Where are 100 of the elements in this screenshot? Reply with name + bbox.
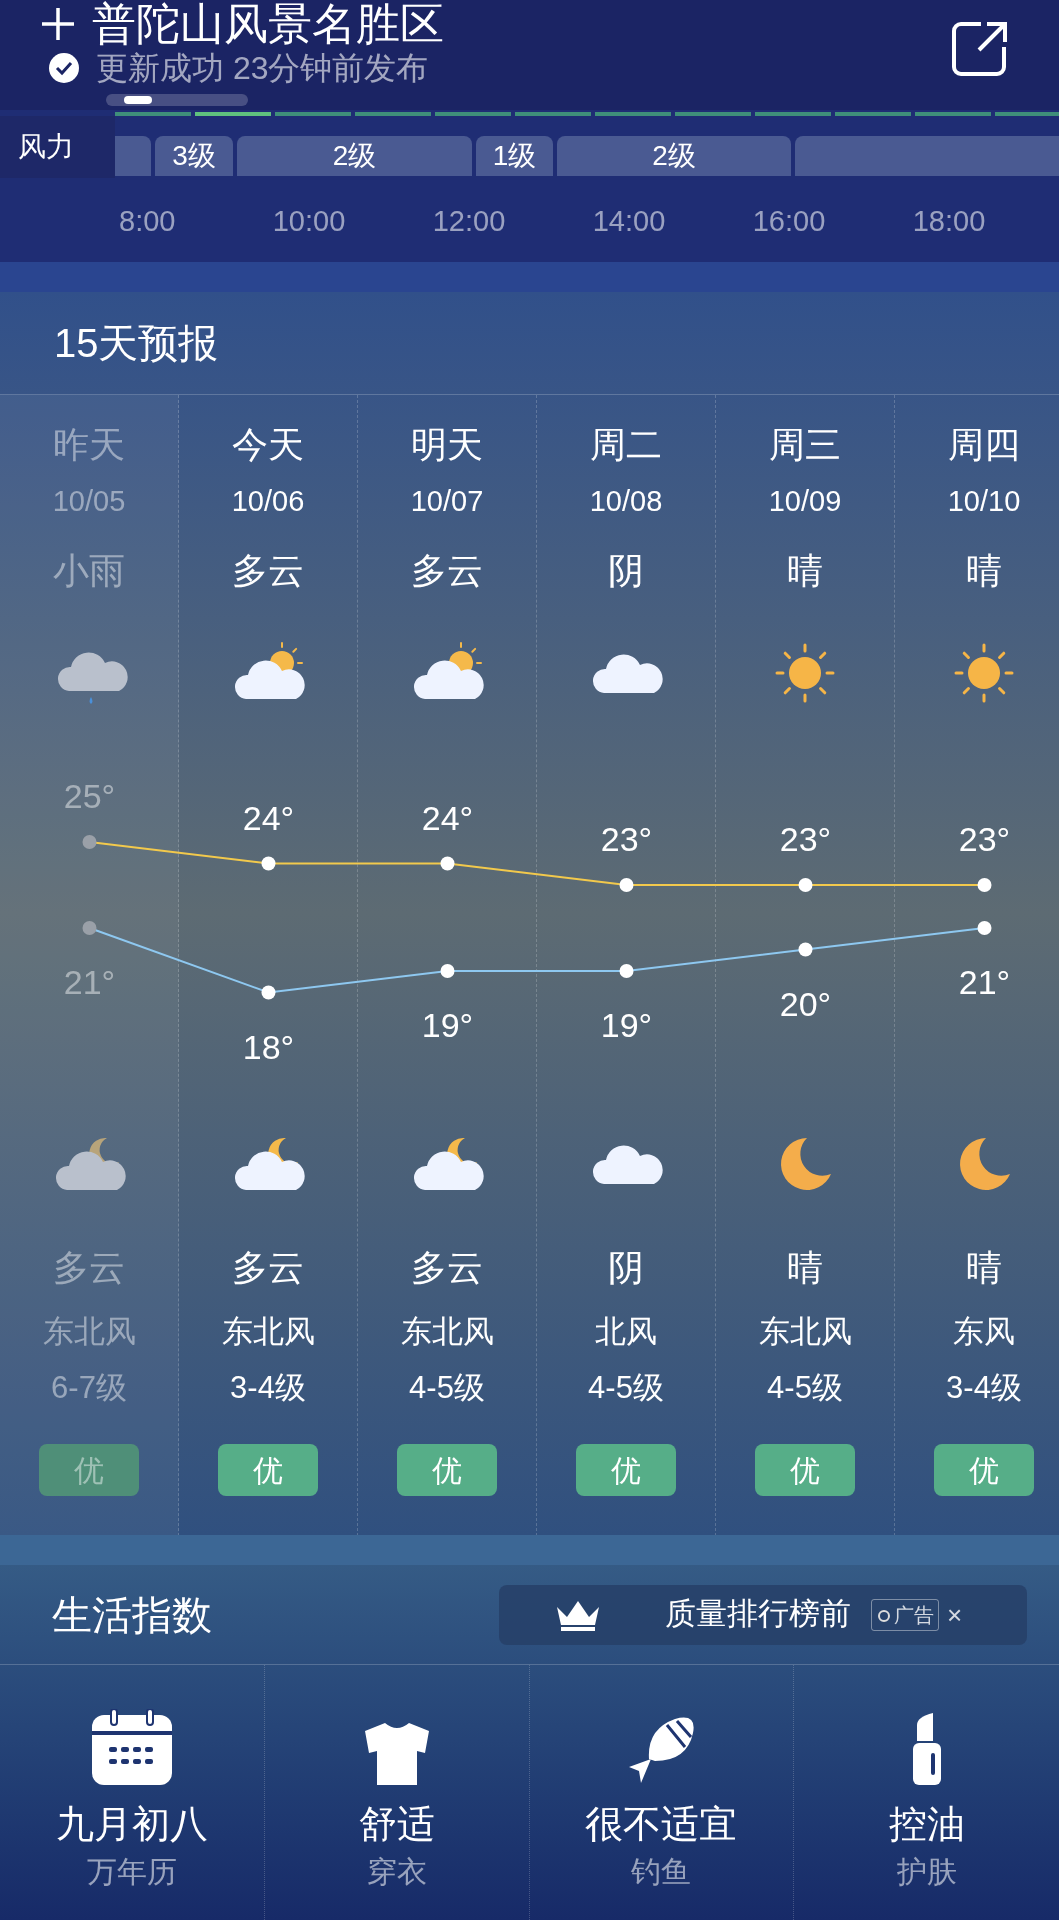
wind-segment: 2级 xyxy=(557,136,791,176)
temperature-dot xyxy=(261,856,276,871)
update-status: 更新成功 23分钟前发布 xyxy=(96,52,429,84)
day-weather: 小雨 xyxy=(53,549,125,593)
day-name: 周三 xyxy=(769,423,841,467)
wind-level: 6-7级 xyxy=(51,1369,127,1407)
temperature-dot xyxy=(798,878,813,892)
air-quality-badge: 优 xyxy=(39,1444,139,1496)
day-name: 周二 xyxy=(590,423,662,467)
temperature-dot xyxy=(977,878,992,892)
hour-time: 8:00 xyxy=(119,204,176,239)
temperature-dot xyxy=(977,921,992,935)
wind-direction: 东北风 xyxy=(221,1313,315,1351)
temperature-dot xyxy=(619,964,634,978)
life-index-tile[interactable]: 九月初八 万年历 xyxy=(0,1665,265,1920)
hour-time: 16:00 xyxy=(752,204,826,239)
temperature-dot xyxy=(440,964,455,978)
low-temperature: 18° xyxy=(242,1027,295,1066)
index-label: 钓鱼 xyxy=(631,1854,692,1890)
day-date: 10/07 xyxy=(410,484,484,519)
index-label: 护肤 xyxy=(896,1854,957,1890)
night-weather: 多云 xyxy=(232,1246,304,1290)
temperature-dot xyxy=(82,921,97,935)
index-label: 穿衣 xyxy=(366,1854,427,1890)
day-name: 今天 xyxy=(232,423,304,467)
day-date: 10/05 xyxy=(52,484,126,519)
day-date: 10/06 xyxy=(231,484,305,519)
air-quality-badge: 优 xyxy=(576,1444,676,1496)
high-temperature: 24° xyxy=(421,798,474,837)
wind-level: 3-4级 xyxy=(946,1369,1022,1407)
wind-level: 4-5级 xyxy=(588,1369,664,1407)
high-temperature: 24° xyxy=(242,798,295,837)
day-date: 10/10 xyxy=(947,484,1021,519)
wind-level: 3-4级 xyxy=(230,1369,306,1407)
day-weather: 阴 xyxy=(608,549,644,593)
low-temperature: 19° xyxy=(421,1006,474,1044)
day-name: 明天 xyxy=(411,423,483,467)
life-index-tile[interactable]: 很不适宜 钓鱼 xyxy=(529,1665,795,1920)
low-temperature: 21° xyxy=(958,963,1011,1001)
hour-time: 10:00 xyxy=(272,204,346,239)
index-value: 很不适宜 xyxy=(585,1802,738,1847)
day-weather: 晴 xyxy=(787,549,823,593)
hour-time: 18:00 xyxy=(912,204,986,239)
wind-direction: 东风 xyxy=(953,1313,1015,1351)
wind-segment: 2级 xyxy=(237,136,472,176)
high-temperature: 23° xyxy=(600,820,653,858)
ad-banner[interactable]: 质量排行榜前 广告 × xyxy=(499,1584,1027,1645)
night-weather: 阴 xyxy=(608,1246,644,1290)
night-weather: 多云 xyxy=(411,1246,483,1290)
calendar-icon xyxy=(90,1709,173,1785)
temperature-dot xyxy=(440,856,455,871)
temperature-dot xyxy=(261,985,276,1000)
high-temperature: 23° xyxy=(958,820,1011,858)
air-quality-badge: 优 xyxy=(397,1444,497,1496)
wind-label: 风力 xyxy=(18,130,74,164)
life-index-tile[interactable]: 舒适 穿衣 xyxy=(264,1665,530,1920)
ad-tag: 广告 xyxy=(871,1598,939,1631)
temperature-dot xyxy=(82,835,97,849)
high-temperature: 25° xyxy=(63,777,116,815)
wind-segment: 3级 xyxy=(155,136,233,176)
night-weather: 晴 xyxy=(787,1246,823,1290)
hour-time: 14:00 xyxy=(592,204,666,239)
day-date: 10/08 xyxy=(589,484,663,519)
index-value: 九月初八 xyxy=(55,1802,208,1847)
day-weather: 多云 xyxy=(232,549,304,593)
low-temperature: 21° xyxy=(63,963,116,1001)
section-title: 15天预报 xyxy=(54,320,219,367)
air-quality-badge: 优 xyxy=(934,1444,1034,1496)
hour-time: 12:00 xyxy=(432,204,506,239)
add-icon[interactable] xyxy=(40,6,76,42)
index-value: 控油 xyxy=(888,1802,965,1847)
day-name: 昨天 xyxy=(53,423,125,467)
wind-segment xyxy=(115,136,151,176)
index-label: 万年历 xyxy=(86,1854,177,1890)
day-name: 周四 xyxy=(948,423,1020,467)
ad-text: 质量排行榜前 xyxy=(665,1595,851,1634)
life-index-tile[interactable]: 控油 护肤 xyxy=(794,1665,1059,1920)
wind-level: 4-5级 xyxy=(767,1369,843,1407)
check-circle-icon xyxy=(48,52,80,84)
low-temperature: 19° xyxy=(600,1006,653,1044)
air-quality-badge: 优 xyxy=(218,1444,318,1496)
low-temperature: 20° xyxy=(779,984,832,1023)
section-title: 生活指数 xyxy=(52,1591,212,1639)
t-shirt-icon xyxy=(364,1723,429,1785)
high-temperature: 23° xyxy=(779,820,832,858)
index-value: 舒适 xyxy=(358,1802,435,1847)
location-title: 普陀山风景名胜区 xyxy=(92,2,444,46)
wind-direction: 东北风 xyxy=(400,1313,494,1351)
share-icon[interactable] xyxy=(951,20,1009,78)
night-weather: 多云 xyxy=(53,1246,125,1290)
wind-segment: 1级 xyxy=(476,136,553,176)
close-button[interactable]: × xyxy=(947,1601,963,1628)
day-weather: 多云 xyxy=(411,549,483,593)
wind-direction: 东北风 xyxy=(758,1313,852,1351)
fish-icon xyxy=(627,1715,696,1785)
temperature-dot xyxy=(798,942,813,957)
day-date: 10/09 xyxy=(768,484,842,519)
wind-direction: 东北风 xyxy=(42,1313,136,1351)
air-quality-badge: 优 xyxy=(755,1444,855,1496)
wind-level: 4-5级 xyxy=(409,1369,485,1407)
